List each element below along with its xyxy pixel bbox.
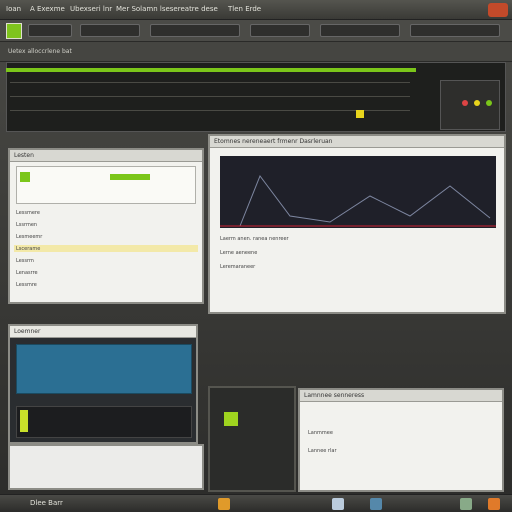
panel-dark-list: Loemner: [8, 324, 198, 444]
tool-button[interactable]: [250, 24, 310, 37]
tool-button[interactable]: [150, 24, 240, 37]
app-icon[interactable]: [332, 498, 344, 510]
list-item[interactable]: Leremaraneer: [220, 264, 255, 270]
app-icon[interactable]: [460, 498, 472, 510]
progress-bar: [110, 174, 150, 180]
dock: Dlee Barr: [0, 494, 512, 512]
list-item[interactable]: Lessmre: [16, 282, 37, 288]
status-light-icon: [474, 100, 480, 106]
menu-item-2[interactable]: A Exexme: [30, 5, 65, 13]
toolbar: [0, 20, 512, 42]
close-icon[interactable]: [488, 3, 508, 17]
menu-item-3[interactable]: Ubexseri lnr: [70, 5, 112, 13]
panel-title: Loemner: [10, 326, 196, 338]
list-item[interactable]: Lessrm: [16, 258, 34, 264]
status-light-icon: [486, 100, 492, 106]
selected-row[interactable]: [14, 245, 198, 252]
list-item[interactable]: Lenasrre: [16, 270, 38, 276]
panel-title: Etomnes nereneaert frmenr Dasrleruan: [210, 136, 504, 148]
list-item[interactable]: Lesmeemr: [16, 234, 42, 240]
panel-chart: Etomnes nereneaert frmenr Dasrleruan Lae…: [208, 134, 506, 314]
tool-button[interactable]: [320, 24, 400, 37]
green-icon: [20, 172, 30, 182]
app-icon[interactable]: [218, 498, 230, 510]
table-area[interactable]: [16, 406, 192, 438]
divider: [10, 96, 410, 97]
panel-bottom-right: Lamnnee senneress Lanmmee Lannee rlar: [298, 388, 504, 492]
list-item[interactable]: Laerm anen. ranea nenreer: [220, 236, 289, 242]
panel-left: Lesten Lessmere Lssrmen Lesmeemr Lsceram…: [8, 148, 204, 304]
node-icon[interactable]: [356, 110, 364, 118]
list-item[interactable]: Lscerame: [16, 246, 40, 252]
green-icon[interactable]: [224, 412, 238, 426]
panel-small: [208, 386, 296, 492]
menu-item-1[interactable]: Ioan: [6, 5, 21, 13]
divider: [10, 110, 410, 111]
desktop: Ioan A Exexme Ubexseri lnr Mer Solamn ls…: [0, 0, 512, 512]
status-light-icon: [462, 100, 468, 106]
chart-lines: [220, 174, 496, 227]
chart-area[interactable]: [220, 156, 496, 228]
panel-title: Lesten: [10, 150, 202, 162]
menu-row: Uetex alloccrlene bat: [0, 42, 512, 62]
dock-label: Dlee Barr: [30, 499, 63, 507]
list-item[interactable]: Lessmere: [16, 210, 40, 216]
list-item[interactable]: Lanmmee: [308, 430, 333, 436]
menu-item-5[interactable]: Tlen Erde: [228, 5, 261, 13]
panel-preview[interactable]: [16, 166, 196, 204]
app-icon[interactable]: [370, 498, 382, 510]
menu-item-4[interactable]: Mer Solamn lsesereatre dese: [116, 5, 218, 13]
selected-block[interactable]: [16, 344, 192, 394]
tool-button[interactable]: [28, 24, 72, 37]
top-menubar: Ioan A Exexme Ubexseri lnr Mer Solamn ls…: [0, 0, 512, 20]
panel-title: Lamnnee senneress: [300, 390, 502, 402]
main-canvas[interactable]: [6, 62, 506, 132]
main-title: Uetex alloccrlene bat: [8, 48, 72, 55]
list-item[interactable]: Lannee rlar: [308, 448, 337, 454]
tool-button[interactable]: [80, 24, 140, 37]
green-icon: [20, 410, 28, 432]
panel-footer: [8, 444, 204, 490]
list-item[interactable]: Lssrmen: [16, 222, 37, 228]
list-item[interactable]: Lerne aeneene: [220, 250, 257, 256]
app-icon[interactable]: [488, 498, 500, 510]
divider: [10, 82, 410, 83]
tool-button[interactable]: [410, 24, 500, 37]
timeline-bar[interactable]: [6, 68, 416, 72]
app-logo-icon[interactable]: [6, 23, 22, 39]
